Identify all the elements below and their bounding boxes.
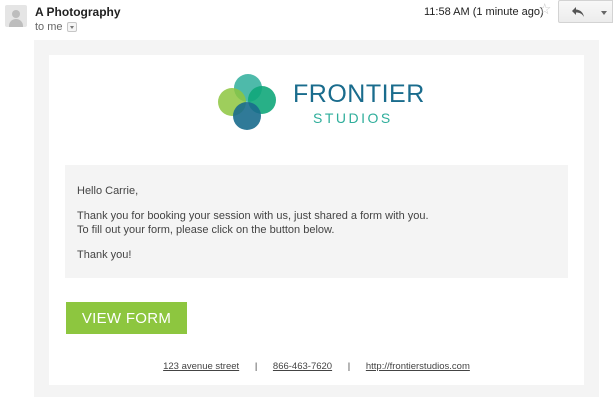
avatar-body bbox=[9, 19, 23, 27]
more-options-button[interactable] bbox=[595, 0, 613, 23]
view-form-button[interactable]: VIEW FORM bbox=[66, 302, 187, 334]
message-paragraph: Thank you for booking your session with … bbox=[77, 209, 556, 237]
reply-button[interactable] bbox=[558, 0, 596, 23]
reply-arrow-icon bbox=[572, 7, 584, 17]
message-closing: Thank you! bbox=[77, 249, 132, 261]
recipient-label: to me bbox=[35, 21, 63, 33]
logo-wordmark: FRONTIER bbox=[293, 80, 425, 108]
message-greeting: Hello Carrie, bbox=[77, 185, 139, 197]
message-line-2: To fill out your form, please click on t… bbox=[77, 224, 335, 236]
logo-circles-icon bbox=[218, 74, 276, 130]
recipient-line: to me bbox=[35, 21, 77, 33]
timestamp: 11:58 AM (1 minute ago) bbox=[424, 6, 544, 18]
footer-separator: | bbox=[347, 361, 351, 372]
email-footer: 123 avenue street | 866-463-7620 | http:… bbox=[49, 361, 584, 372]
frontier-studios-logo: FRONTIER STUDIOS bbox=[217, 73, 427, 135]
message-box: Hello Carrie, Thank you for booking your… bbox=[65, 165, 568, 278]
avatar-head bbox=[12, 10, 20, 18]
email-header: A Photography to me 11:58 AM (1 minute a… bbox=[0, 0, 613, 40]
message-line-1: Thank you for booking your session with … bbox=[77, 210, 429, 222]
star-icon[interactable]: ☆ bbox=[538, 2, 551, 18]
footer-separator: | bbox=[254, 361, 258, 372]
email-card: FRONTIER STUDIOS Hello Carrie, Thank you… bbox=[49, 55, 584, 385]
sender-avatar[interactable] bbox=[5, 5, 27, 27]
footer-address-link[interactable]: 123 avenue street bbox=[163, 361, 239, 372]
logo-tagline: STUDIOS bbox=[313, 110, 393, 126]
details-dropdown-icon[interactable] bbox=[66, 22, 77, 32]
email-body-background: FRONTIER STUDIOS Hello Carrie, Thank you… bbox=[34, 40, 599, 397]
footer-website-link[interactable]: http://frontierstudios.com bbox=[366, 361, 470, 372]
footer-phone-link[interactable]: 866-463-7620 bbox=[273, 361, 332, 372]
sender-name[interactable]: A Photography bbox=[35, 5, 121, 19]
